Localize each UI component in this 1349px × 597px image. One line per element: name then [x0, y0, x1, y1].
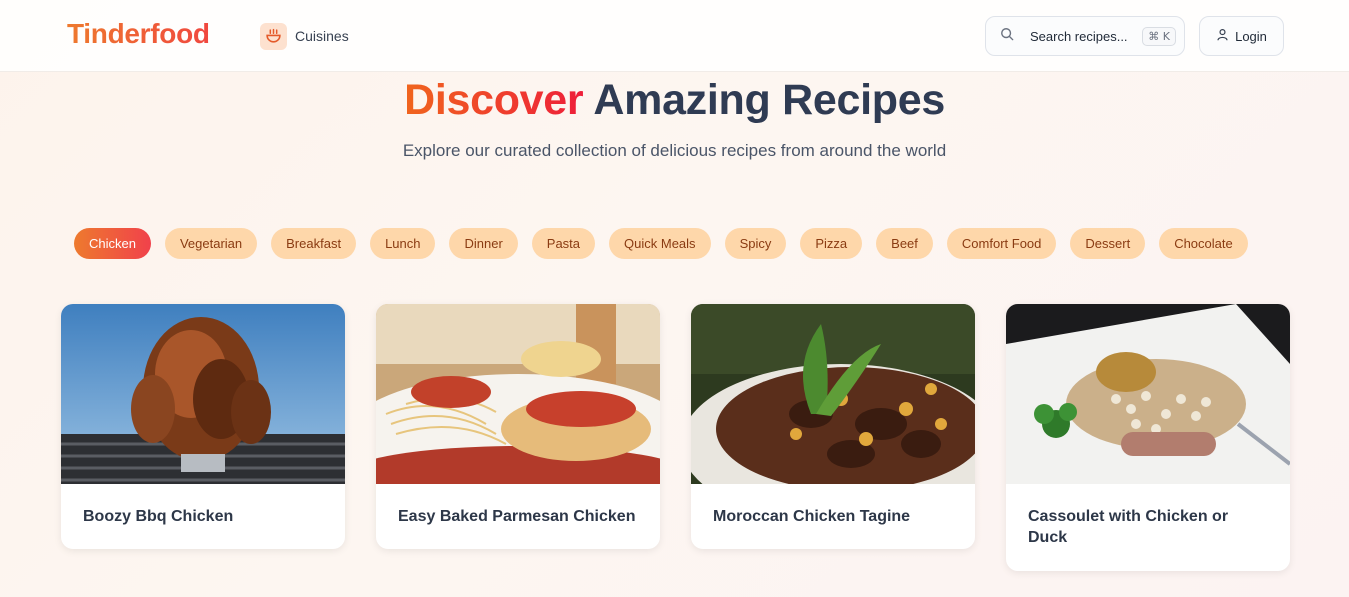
search-shortcut-badge: ⌘ K: [1142, 26, 1176, 46]
recipe-image: [376, 304, 660, 484]
recipe-title: Cassoulet with Chicken or Duck: [1028, 508, 1229, 546]
login-label: Login: [1235, 28, 1267, 44]
category-chip-breakfast[interactable]: Breakfast: [271, 228, 357, 259]
recipe-card[interactable]: Easy Baked Parmesan Chicken: [376, 304, 660, 549]
recipe-image: [691, 304, 975, 484]
category-chip-dessert[interactable]: Dessert: [1070, 228, 1146, 259]
recipe-image: [61, 304, 345, 484]
login-button[interactable]: Login: [1199, 16, 1284, 56]
category-chip-beef[interactable]: Beef: [876, 228, 933, 259]
nav-cuisines-label: Cuisines: [295, 28, 349, 44]
search-placeholder: Search recipes...: [1030, 28, 1128, 44]
page-title-rest: Amazing Recipes: [583, 76, 945, 124]
category-chip-chicken[interactable]: Chicken: [74, 228, 151, 259]
search-icon: [1000, 27, 1014, 46]
category-chip-vegetarian[interactable]: Vegetarian: [164, 228, 258, 259]
bowl-icon: [260, 22, 287, 50]
recipe-title: Easy Baked Parmesan Chicken: [398, 508, 636, 525]
page-title: Discover Amazing Recipes: [0, 76, 1349, 125]
category-chip-dinner[interactable]: Dinner: [449, 228, 518, 259]
recipe-image: [1006, 304, 1290, 484]
recipe-title: Boozy Bbq Chicken: [83, 508, 234, 525]
category-chip-spicy[interactable]: Spicy: [724, 228, 787, 259]
recipe-card[interactable]: Cassoulet with Chicken or Duck: [1006, 304, 1290, 571]
category-filter-bar: Chicken Vegetarian Breakfast Lunch Dinne…: [74, 228, 1286, 260]
logo[interactable]: Tinderfood: [67, 18, 210, 50]
category-chip-lunch[interactable]: Lunch: [370, 228, 436, 259]
recipe-title: Moroccan Chicken Tagine: [713, 508, 911, 525]
category-chip-quick-meals[interactable]: Quick Meals: [609, 228, 711, 259]
user-icon: [1216, 28, 1229, 44]
nav-cuisines-link[interactable]: Cuisines: [260, 22, 349, 50]
category-chip-chocolate[interactable]: Chocolate: [1159, 228, 1248, 259]
page-title-accent: Discover: [404, 76, 584, 124]
recipe-card[interactable]: Moroccan Chicken Tagine: [691, 304, 975, 549]
category-chip-pizza[interactable]: Pizza: [800, 228, 863, 259]
search-button[interactable]: Search recipes... ⌘ K: [985, 16, 1185, 56]
page-subtitle: Explore our curated collection of delici…: [402, 141, 947, 160]
category-chip-comfort-food[interactable]: Comfort Food: [946, 228, 1057, 259]
category-chip-pasta[interactable]: Pasta: [531, 228, 596, 259]
top-navbar: Tinderfood Cuisines Search recipes... ⌘ …: [0, 0, 1349, 72]
recipe-card[interactable]: Boozy Bbq Chicken: [61, 304, 345, 549]
